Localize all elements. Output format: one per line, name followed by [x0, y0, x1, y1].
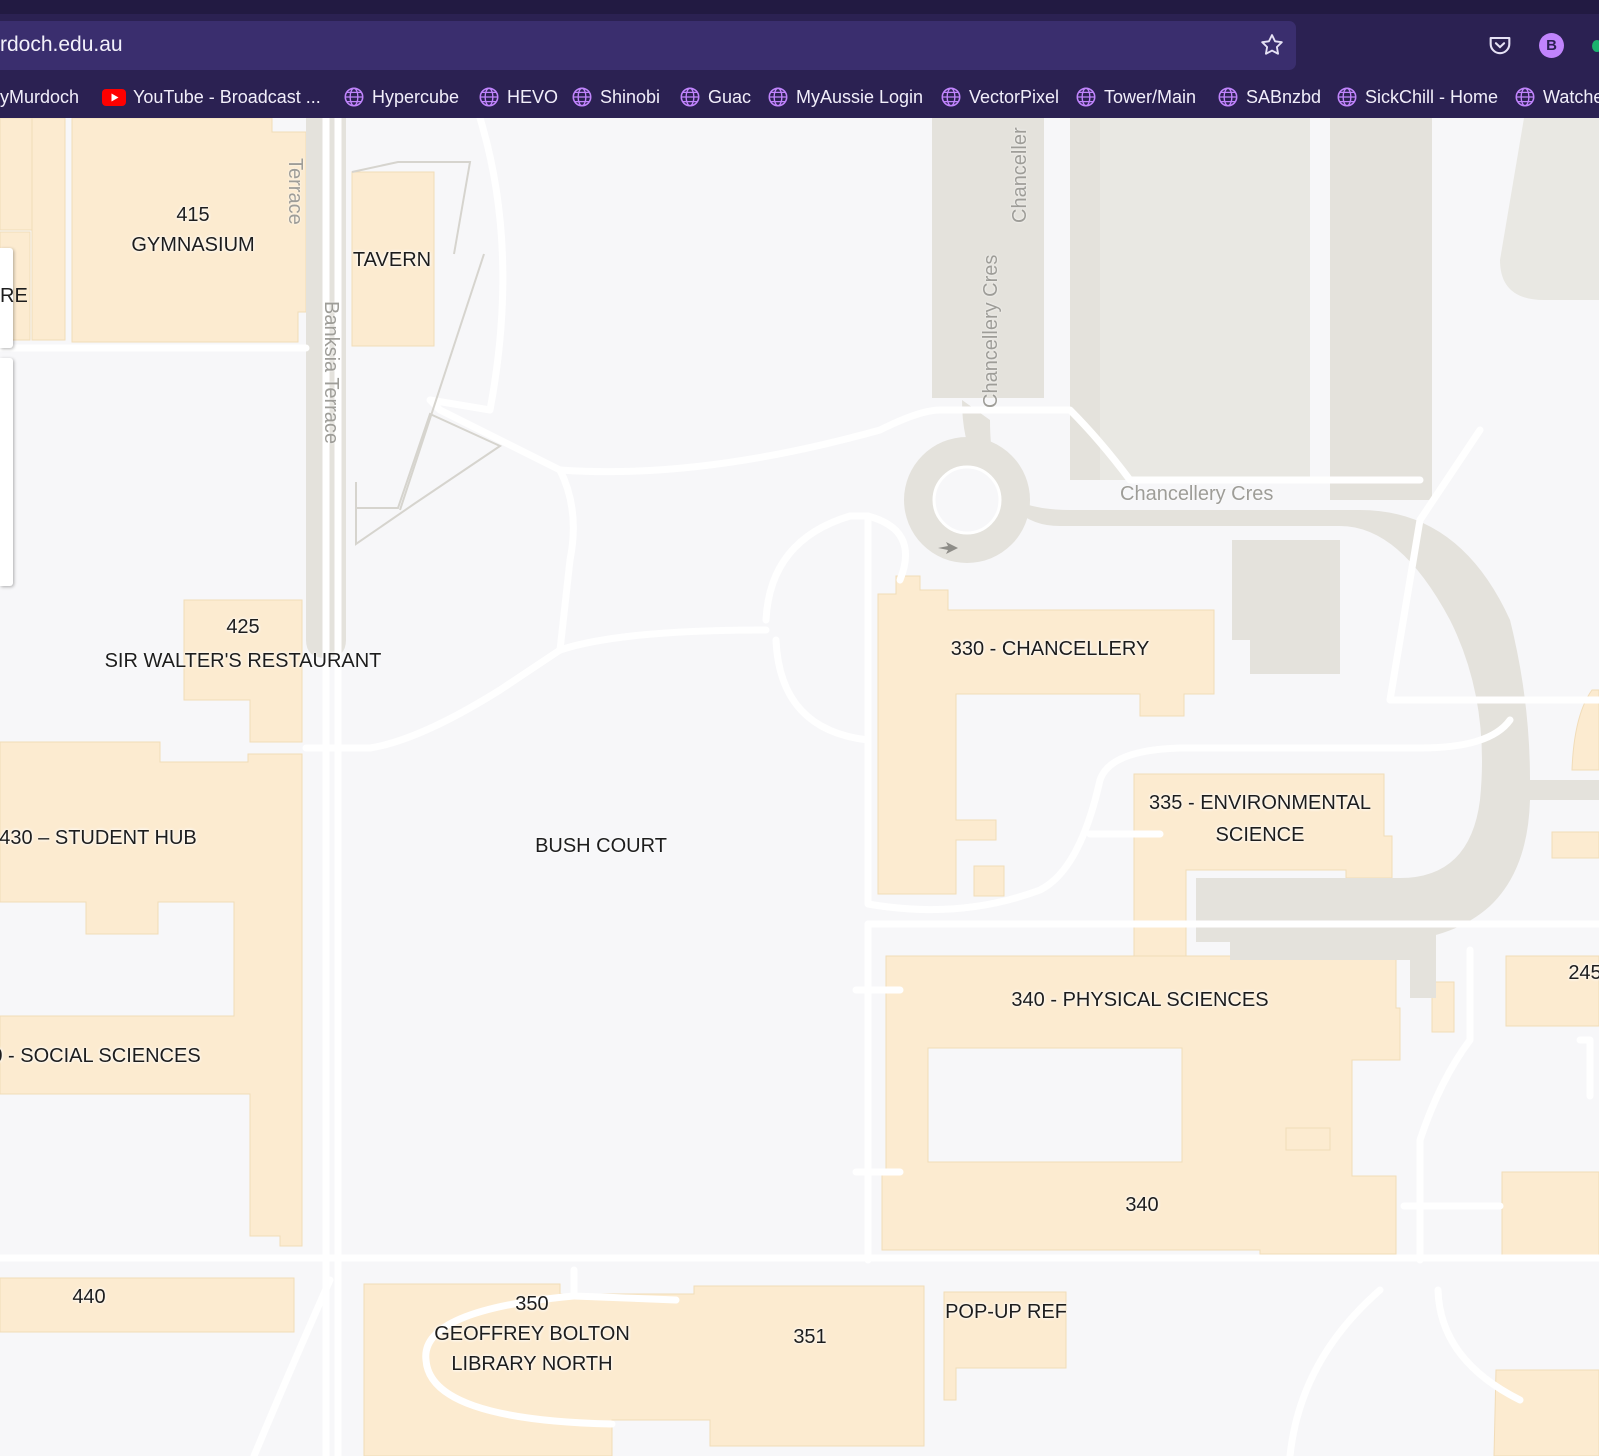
building-245-label[interactable]: 245	[1568, 958, 1599, 988]
building-name: GEOFFREY BOLTON	[434, 1323, 630, 1345]
building-number: 440	[72, 1286, 106, 1308]
building-name: 340 - PHYSICAL SCIENCES	[1011, 989, 1269, 1011]
globe-icon	[479, 87, 499, 107]
browser-chrome: rdoch.edu.au B yMurdoch YouTube - Broadc…	[0, 0, 1599, 118]
building-number: 351	[793, 1326, 827, 1348]
building-430-label[interactable]: 430 – STUDENT HUB	[0, 823, 197, 853]
bookmarks-bar: yMurdoch YouTube - Broadcast ... Hypercu…	[0, 84, 1599, 110]
street-label: Chanceller	[1009, 127, 1031, 223]
url-text[interactable]: rdoch.edu.au	[0, 33, 123, 57]
building-name: TAVERN	[352, 249, 432, 271]
profile-avatar[interactable]: B	[1539, 33, 1564, 58]
bookmark-item[interactable]: Watche	[1514, 84, 1599, 110]
extension-dot[interactable]	[1592, 40, 1599, 52]
bookmark-item[interactable]: YouTube - Broadcast ...	[102, 84, 321, 110]
building-340-number-label[interactable]: 340	[1125, 1190, 1158, 1220]
globe-icon	[680, 87, 700, 107]
area-name: BUSH COURT	[535, 835, 667, 857]
globe-icon	[1515, 87, 1535, 107]
bookmark-label: YouTube - Broadcast ...	[133, 86, 321, 107]
building-351-label[interactable]: 351	[793, 1322, 826, 1352]
bookmark-label: Shinobi	[600, 86, 661, 107]
building-number: 425	[226, 616, 260, 638]
globe-icon	[344, 87, 364, 107]
bookmark-label: SickChill - Home	[1365, 86, 1499, 107]
pocket-icon[interactable]	[1486, 31, 1514, 59]
globe-icon	[768, 87, 788, 107]
bookmark-label: MyAussie Login	[796, 86, 924, 107]
bookmark-item[interactable]: SickChill - Home	[1336, 84, 1498, 110]
building-330-label[interactable]: 330 - CHANCELLERY	[951, 634, 1150, 664]
bookmark-label: Hypercube	[372, 86, 460, 107]
bookmark-label: yMurdoch	[0, 86, 80, 107]
building-335-label[interactable]: 335 - ENVIRONMENTAL SCIENCE	[1149, 787, 1371, 851]
building-415-label[interactable]: 415 GYMNASIUM	[131, 200, 254, 260]
building-name: 330 - CHANCELLERY	[950, 638, 1150, 660]
building-popup-ref-label[interactable]: POP-UP REF	[945, 1297, 1067, 1327]
globe-icon	[1337, 87, 1357, 107]
globe-icon	[941, 87, 961, 107]
building-number: 245	[1568, 962, 1599, 984]
star-icon[interactable]	[1258, 31, 1286, 59]
bush-court-label[interactable]: BUSH COURT	[535, 831, 667, 861]
bookmark-label: VectorPixel	[969, 86, 1060, 107]
roundabout-island	[932, 465, 1002, 535]
map-layer-panel[interactable]	[0, 358, 13, 586]
bookmark-label: SABnzbd	[1246, 86, 1322, 107]
campus-map[interactable]: RE Terrace Banksia Terrace Chancellery C…	[0, 118, 1599, 1456]
building-name: SCIENCE	[1215, 824, 1305, 846]
building-social-sciences-label[interactable]: 0 - SOCIAL SCIENCES	[0, 1041, 201, 1071]
building-350-label[interactable]: 350 GEOFFREY BOLTON LIBRARY NORTH	[434, 1289, 630, 1379]
bookmark-label: Guac	[708, 86, 752, 107]
bookmark-item[interactable]: yMurdoch	[0, 84, 79, 110]
building-name: 335 - ENVIRONMENTAL	[1149, 792, 1371, 814]
bookmark-label: Watche	[1543, 86, 1599, 107]
building-name: LIBRARY NORTH	[451, 1353, 613, 1375]
bookmark-item[interactable]: HEVO	[478, 84, 558, 110]
street-label: Terrace	[284, 158, 306, 225]
street-label: Chancellery Cres	[980, 254, 1002, 408]
building-tavern-label[interactable]: TAVERN	[353, 245, 431, 275]
bookmark-item[interactable]: Hypercube	[343, 84, 459, 110]
panel-label-fragment: RE	[0, 285, 28, 307]
globe-icon	[1218, 87, 1238, 107]
building-number: 340	[1125, 1194, 1159, 1216]
building-425-label[interactable]: 425 SIR WALTER'S RESTAURANT	[105, 610, 382, 678]
street-label: Chancellery Cres	[1120, 483, 1274, 505]
youtube-icon	[102, 88, 126, 106]
bookmark-item[interactable]: MyAussie Login	[767, 84, 923, 110]
building-name: POP-UP REF	[945, 1301, 1067, 1323]
building-name: SIR WALTER'S RESTAURANT	[104, 650, 382, 672]
building-number: 350	[515, 1293, 549, 1315]
bookmark-item[interactable]: Guac	[679, 84, 751, 110]
bookmark-item[interactable]: VectorPixel	[940, 84, 1059, 110]
building-340-label[interactable]: 340 - PHYSICAL SCIENCES	[1011, 985, 1268, 1015]
bookmark-label: Tower/Main	[1104, 86, 1197, 107]
globe-icon	[1076, 87, 1096, 107]
building-name: GYMNASIUM	[131, 234, 255, 256]
globe-icon	[572, 87, 592, 107]
bookmark-item[interactable]: SABnzbd	[1217, 84, 1321, 110]
tab-strip	[0, 0, 1599, 14]
bookmark-label: HEVO	[507, 86, 559, 107]
street-label: Banksia Terrace	[320, 301, 342, 445]
building-name: 430 – STUDENT HUB	[0, 827, 197, 849]
bookmark-item[interactable]: Shinobi	[571, 84, 660, 110]
building-name: 0 - SOCIAL SCIENCES	[0, 1045, 201, 1067]
building-number: 415	[176, 204, 210, 226]
address-bar[interactable]: rdoch.edu.au	[0, 21, 1296, 70]
building-440-label[interactable]: 440	[72, 1282, 105, 1312]
bookmark-item[interactable]: Tower/Main	[1075, 84, 1196, 110]
